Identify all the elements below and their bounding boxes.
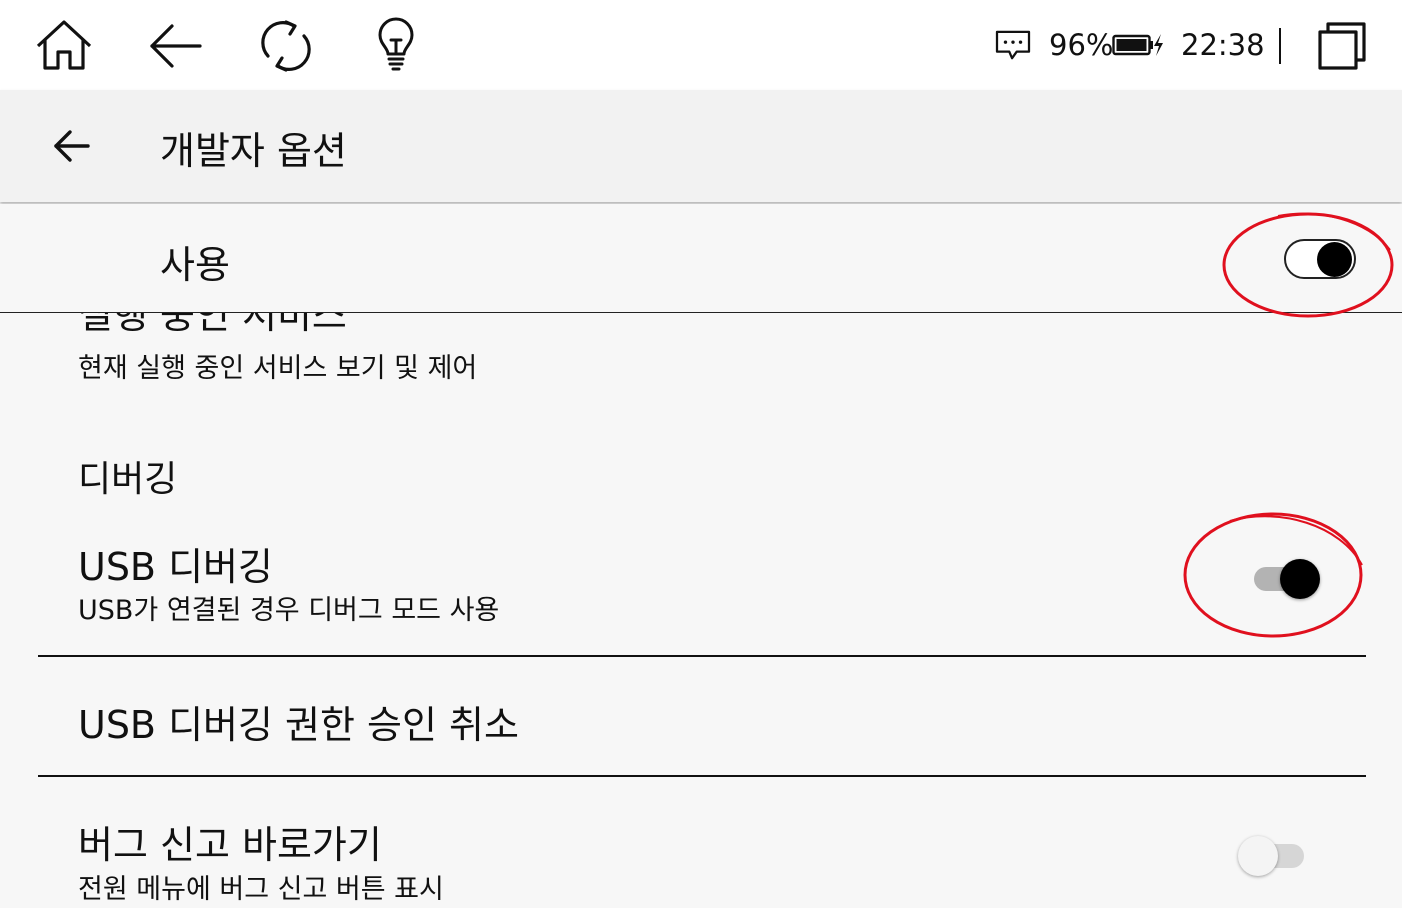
battery-charging-icon: [1112, 22, 1164, 68]
switch-knob: [1238, 836, 1278, 876]
master-switch-label: 사용: [160, 243, 230, 287]
clock: 22:38: [1181, 28, 1265, 62]
bug-report-toggle[interactable]: [1238, 836, 1306, 876]
status-bar: 96% 22:38: [0, 0, 1402, 90]
switch-knob: [1280, 559, 1320, 599]
divider: [38, 655, 1366, 657]
usb-debugging-toggle[interactable]: [1254, 559, 1320, 599]
lightbulb-icon[interactable]: [366, 16, 426, 76]
arrow-back-icon[interactable]: [48, 124, 96, 168]
refresh-icon[interactable]: [256, 16, 316, 76]
master-switch-row[interactable]: 사용: [0, 204, 1402, 313]
back-arrow-icon[interactable]: [146, 16, 206, 76]
page-title: 개발자 옵션: [160, 129, 347, 173]
status-divider: [1279, 28, 1281, 64]
running-services-title: 실행 중인 서비스: [78, 312, 347, 337]
recent-apps-icon[interactable]: [1314, 18, 1370, 74]
home-icon[interactable]: [34, 16, 94, 76]
master-switch-toggle[interactable]: [1284, 239, 1356, 279]
running-services-subtitle: 현재 실행 중인 서비스 보기 및 제어: [78, 353, 478, 384]
message-dots-icon: [994, 22, 1034, 68]
bug-report-title: 버그 신고 바로가기: [78, 823, 382, 867]
usb-debugging-title: USB 디버깅: [78, 545, 273, 589]
revoke-usb-auth-title: USB 디버깅 권한 승인 취소: [78, 703, 519, 747]
battery-percent: 96%: [1049, 28, 1114, 62]
settings-list: 실행 중인 서비스 현재 실행 중인 서비스 보기 및 제어 디버깅 USB 디…: [0, 312, 1402, 908]
divider: [38, 775, 1366, 777]
usb-debugging-subtitle: USB가 연결된 경우 디버그 모드 사용: [78, 595, 500, 626]
bug-report-subtitle: 전원 메뉴에 버그 신고 버튼 표시: [78, 874, 444, 905]
section-header-debugging: 디버깅: [78, 459, 178, 500]
app-bar: 개발자 옵션: [0, 90, 1402, 202]
switch-knob: [1317, 242, 1352, 277]
